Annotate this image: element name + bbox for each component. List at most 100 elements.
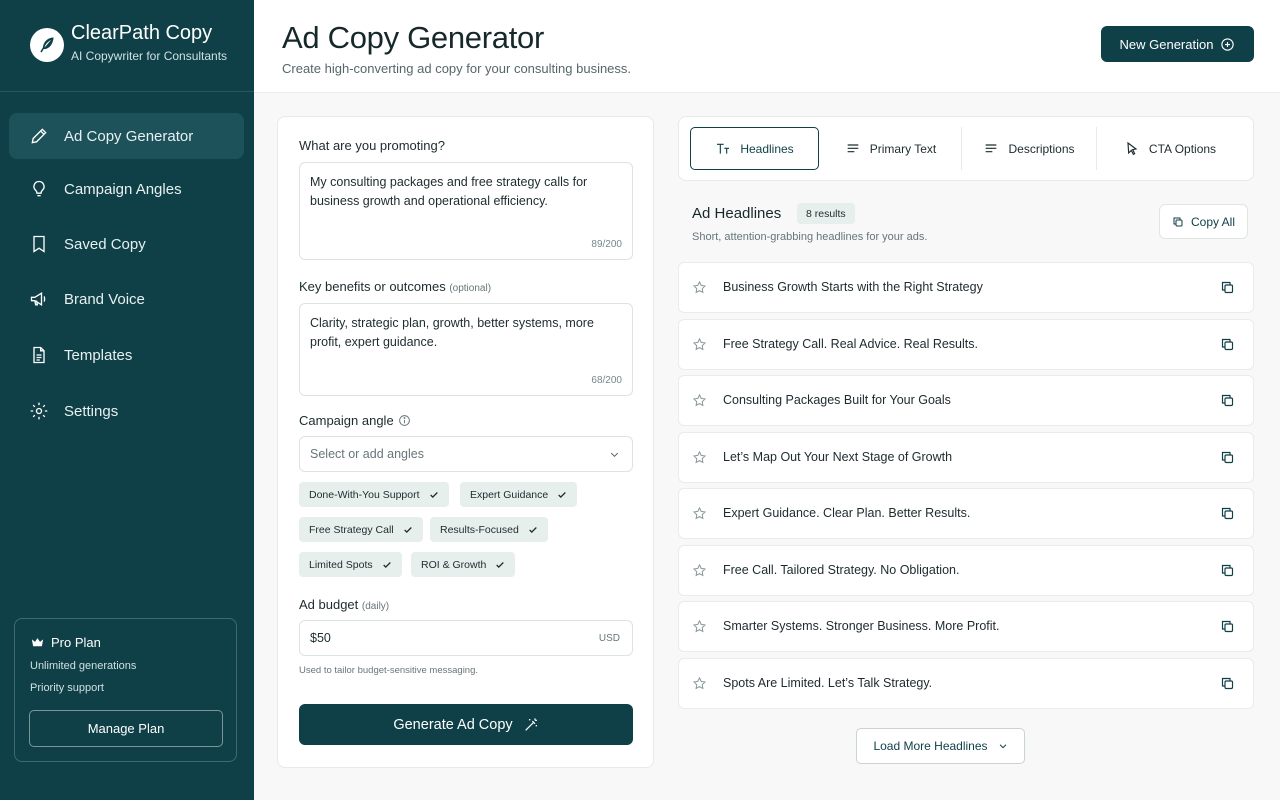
star-icon[interactable] [692, 337, 707, 352]
promoting-value: My consulting packages and free strategy… [310, 175, 588, 208]
star-icon[interactable] [692, 393, 707, 408]
pencil-icon [31, 128, 47, 144]
headline-row[interactable]: Consulting Packages Built for Your Goals [678, 375, 1254, 426]
copy-icon[interactable] [1220, 563, 1235, 578]
headline-text: Let’s Map Out Your Next Stage of Growth [723, 449, 953, 464]
cursor-icon [1127, 141, 1138, 155]
copy-icon[interactable] [1220, 393, 1235, 408]
headline-text: Free Strategy Call. Real Advice. Real Re… [723, 336, 978, 351]
plan-card: Pro Plan Unlimited generations Priority … [14, 618, 237, 762]
sidebar-item-ad-copy-generator[interactable]: Ad Copy Generator [9, 113, 244, 159]
tab-headlines[interactable]: Headlines [690, 127, 819, 170]
promoting-textarea[interactable]: My consulting packages and free strategy… [299, 162, 633, 260]
megaphone-icon [30, 291, 46, 307]
star-icon[interactable] [692, 450, 707, 465]
campaign-angle-select[interactable]: Select or add angles [299, 436, 633, 472]
page-header: Ad Copy Generator Create high-converting… [254, 0, 1280, 93]
copy-all-button[interactable]: Copy All [1159, 204, 1248, 239]
magic-wand-icon [524, 717, 537, 731]
brand-name: ClearPath Copy [71, 22, 213, 44]
star-icon[interactable] [692, 563, 707, 578]
sidebar-item-saved-copy[interactable]: Saved Copy [9, 221, 244, 267]
info-icon[interactable] [398, 414, 411, 427]
tab-descriptions[interactable]: Descriptions [962, 127, 1096, 170]
chevron-down-icon [610, 452, 619, 458]
angle-chip-roi-growth[interactable]: ROI & Growth [411, 552, 516, 577]
headline-row[interactable]: Free Call. Tailored Strategy. No Obligat… [678, 544, 1254, 596]
angle-chip-limited-spots[interactable]: Limited Spots [299, 552, 402, 577]
headline-row[interactable]: Smarter Systems. Stronger Business. More… [678, 601, 1254, 652]
check-icon [382, 561, 391, 568]
copy-icon[interactable] [1220, 450, 1235, 465]
plan-title: Pro Plan [30, 635, 101, 650]
copy-icon[interactable] [1220, 676, 1235, 691]
angle-chip-results-focused[interactable]: Results-Focused [430, 517, 548, 542]
angle-chip-label: Limited Spots [309, 558, 373, 571]
check-icon [429, 491, 438, 498]
results-subtitle: Short, attention-grabbing headlines for … [692, 231, 928, 243]
copy-icon[interactable] [1220, 619, 1235, 634]
results-count-badge: 8 results [797, 203, 855, 224]
benefits-char-count: 68/200 [591, 375, 622, 386]
chevron-down-icon [999, 744, 1006, 749]
budget-hint: Used to tailor budget-sensitive messagin… [299, 665, 479, 676]
copy-icon[interactable] [1220, 280, 1235, 295]
copy-icon [1173, 217, 1183, 226]
headline-row[interactable]: Expert Guidance. Clear Plan. Better Resu… [678, 488, 1254, 539]
angle-chip-free-strategy-call[interactable]: Free Strategy Call [299, 517, 423, 542]
star-icon[interactable] [692, 280, 707, 295]
star-icon[interactable] [692, 506, 707, 521]
headline-row[interactable]: Business Growth Starts with the Right St… [678, 262, 1254, 313]
tab-label: Primary Text [869, 141, 937, 156]
tab-cta-options[interactable]: CTA Options [1097, 127, 1243, 170]
headline-row[interactable]: Free Strategy Call. Real Advice. Real Re… [678, 318, 1254, 370]
sidebar-item-settings[interactable]: Settings [9, 388, 244, 434]
budget-value: $50 [310, 631, 331, 645]
budget-label: Ad budget (daily) [299, 597, 389, 612]
load-more-button[interactable]: Load More Headlines [856, 728, 1025, 764]
manage-plan-button[interactable]: Manage Plan [29, 710, 223, 747]
tab-primary-text[interactable]: Primary Text [820, 127, 961, 170]
lines-icon [986, 143, 997, 152]
copy-icon[interactable] [1220, 337, 1235, 352]
new-generation-label: New Generation [1119, 36, 1214, 52]
page-title: Ad Copy Generator [282, 20, 544, 55]
new-generation-button[interactable]: New Generation [1101, 26, 1254, 62]
sidebar-item-campaign-angles[interactable]: Campaign Angles [9, 166, 244, 212]
generate-label: Generate Ad Copy [393, 716, 513, 733]
sidebar: ClearPath Copy AI Copywriter for Consult… [0, 0, 254, 800]
headline-row[interactable]: Let’s Map Out Your Next Stage of Growth [678, 431, 1254, 483]
generate-ad-copy-button[interactable]: Generate Ad Copy [299, 704, 633, 745]
promoting-char-count: 89/200 [591, 239, 622, 250]
gear-icon [30, 402, 48, 420]
budget-unit: USD [598, 633, 620, 644]
angle-chip-expert-guidance[interactable]: Expert Guidance [460, 482, 578, 507]
load-more-label: Load More Headlines [873, 739, 988, 753]
sidebar-item-brand-voice[interactable]: Brand Voice [9, 276, 244, 322]
budget-input[interactable]: $50 USD [299, 620, 633, 656]
star-icon[interactable] [692, 676, 707, 691]
sidebar-item-label: Campaign Angles [64, 180, 182, 198]
campaign-angle-label: Campaign angle [299, 413, 394, 428]
headline-text: Free Call. Tailored Strategy. No Obligat… [723, 562, 960, 577]
budget-qualifier: (daily) [361, 601, 390, 612]
crown-icon [31, 638, 44, 647]
output-tabs: Headlines Primary Text Descriptions CTA … [678, 116, 1254, 181]
text-icon [717, 143, 730, 154]
lightbulb-icon [33, 180, 45, 197]
plan-title-label: Pro Plan [51, 635, 101, 650]
benefits-textarea[interactable]: Clarity, strategic plan, growth, better … [299, 303, 633, 396]
campaign-angle-placeholder: Select or add angles [310, 447, 424, 461]
angle-chip-done-with-you[interactable]: Done-With-You Support [299, 482, 449, 507]
page-subtitle: Create high-converting ad copy for your … [282, 61, 632, 76]
lines-icon [847, 143, 859, 152]
benefits-label: Key benefits or outcomes (optional) [299, 279, 491, 294]
headline-row[interactable]: Spots Are Limited. Let’s Talk Strategy. [678, 657, 1254, 709]
form-panel: What are you promoting? My consulting pa… [277, 116, 654, 768]
check-icon [403, 526, 412, 533]
copy-icon[interactable] [1220, 506, 1235, 521]
sidebar-item-label: Saved Copy [64, 235, 146, 253]
sidebar-item-templates[interactable]: Templates [9, 332, 244, 378]
budget-label-text: Ad budget [299, 597, 359, 612]
star-icon[interactable] [692, 619, 707, 634]
